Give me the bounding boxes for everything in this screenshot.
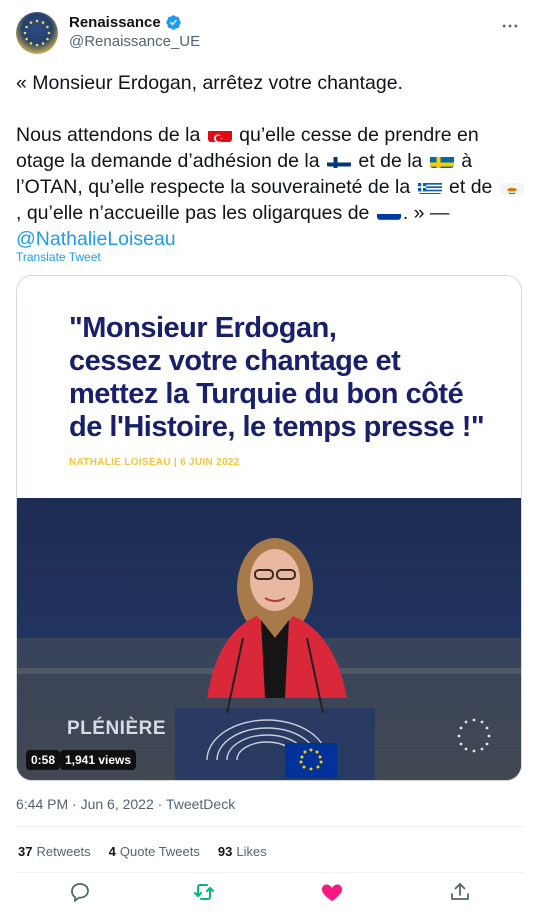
quote-line: de l'Histoire, le temps presse !": [69, 411, 485, 443]
likes-count: 93: [217, 844, 233, 859]
quote-credit: NATHALIE LOISEAU | 6 JUIN 2022: [69, 457, 240, 468]
verified-badge-icon: [165, 15, 181, 30]
display-name-text[interactable]: Renaissance: [69, 14, 161, 31]
quotes-label: Quote Tweets: [119, 844, 200, 859]
sweden-flag-icon: [429, 153, 454, 168]
retweets-label: Retweets: [36, 844, 91, 859]
avatar[interactable]: [16, 12, 58, 54]
video-views-badge: 1,941 views: [60, 750, 137, 770]
engagement-stats: 37 Retweets 4 Quote Tweets 93 Likes: [18, 844, 267, 859]
reply-icon[interactable]: [68, 880, 92, 904]
likes-stat[interactable]: 93 Likes: [218, 844, 267, 859]
likes-label: Likes: [236, 844, 267, 859]
media-card[interactable]: "Monsieur Erdogan, cessez votre chantage…: [16, 275, 522, 781]
turkey-flag-icon: [207, 127, 232, 142]
tweet-segment: et de la: [353, 150, 428, 172]
retweet-icon[interactable]: [192, 880, 216, 904]
cyprus-flag-icon: [499, 179, 524, 194]
quote-line: "Monsieur Erdogan,: [69, 312, 337, 344]
quotes-stat[interactable]: 4 Quote Tweets: [109, 844, 200, 859]
video-player[interactable]: PLÉNIÈRE 0:58 1,941 views: [17, 498, 521, 780]
display-name[interactable]: Renaissance: [69, 14, 200, 31]
tweet-actions: [0, 880, 540, 910]
like-icon[interactable]: [320, 880, 344, 904]
finland-flag-icon: [327, 153, 351, 168]
tweet-line-1: « Monsieur Erdogan, arrêtez votre chanta…: [16, 72, 403, 94]
divider: [16, 872, 524, 873]
share-icon[interactable]: [448, 880, 472, 904]
translate-tweet-link[interactable]: Translate Tweet: [16, 250, 101, 264]
quote-line: mettez la Turquie du bon côté: [69, 378, 464, 410]
tweet-segment: et de: [443, 176, 498, 198]
tweet-paragraph-2: Nous attendons de la qu’elle cesse de pr…: [16, 122, 526, 252]
tweet-header: Renaissance @Renaissance_UE: [16, 12, 524, 60]
tweet-segment: . » —: [402, 202, 450, 224]
pleniere-label: PLÉNIÈRE: [67, 718, 167, 739]
tweet-segment: , qu’elle n’accueille pas les oligarques…: [16, 202, 375, 224]
mention-link[interactable]: @NathalieLoiseau: [16, 228, 176, 250]
russia-flag-icon: [376, 205, 401, 220]
retweets-stat[interactable]: 37 Retweets: [18, 844, 91, 859]
greece-flag-icon: [417, 179, 442, 194]
retweets-count: 37: [18, 844, 33, 859]
handle[interactable]: @Renaissance_UE: [69, 33, 200, 50]
quotes-count: 4: [108, 844, 116, 859]
quote-line: cessez votre chantage et: [69, 345, 401, 377]
video-duration-badge: 0:58: [26, 750, 61, 770]
quote-card: "Monsieur Erdogan, cessez votre chantage…: [17, 276, 521, 498]
more-options-icon[interactable]: [500, 16, 520, 36]
tweet-segment: Nous attendons de la: [16, 124, 206, 146]
divider: [16, 826, 524, 827]
tweet-text: « Monsieur Erdogan, arrêtez votre chanta…: [16, 70, 526, 252]
tweet-timestamp[interactable]: 6:44 PM · Jun 6, 2022 · TweetDeck: [16, 796, 235, 812]
